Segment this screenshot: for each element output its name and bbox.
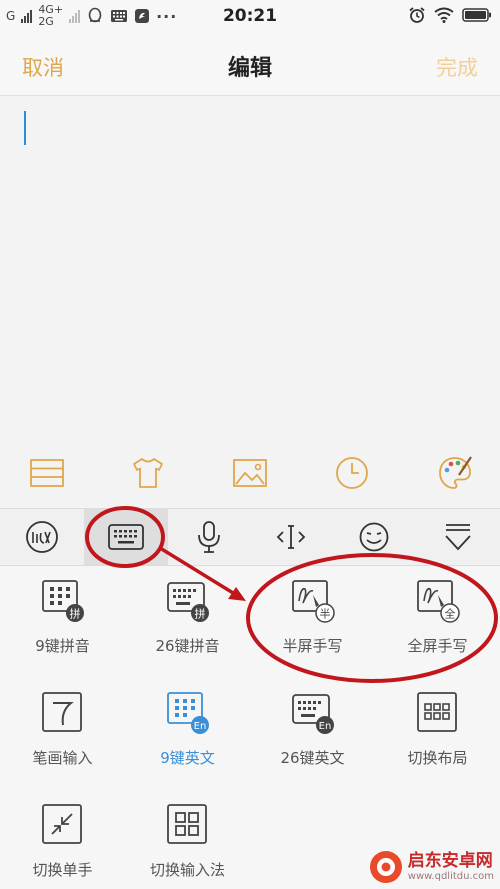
mode-26-key-pinyin[interactable]: 拼 26键拼音 [125, 567, 250, 679]
clock-icon[interactable] [334, 455, 370, 491]
alarm-icon [409, 7, 425, 23]
page-title: 编辑 [227, 56, 272, 81]
mode-label: 切换输入法 [149, 861, 225, 879]
watermark-name: 启东安卓网 [407, 850, 493, 871]
keypad-26-pinyin-icon: 拼 [166, 582, 209, 622]
mode-switch-layout[interactable]: 切换布局 [375, 679, 500, 791]
pinyin-badge: 拼 [194, 607, 205, 621]
mode-label: 26键英文 [280, 749, 345, 767]
keyboard-icon [108, 524, 144, 550]
pinyin-badge: 拼 [69, 607, 80, 621]
format-toolbar [0, 447, 500, 499]
emoji-button[interactable] [332, 509, 416, 565]
full-badge: 全 [444, 607, 455, 621]
site-watermark: 启东安卓网 www.qdlitdu.com [368, 849, 494, 885]
note-editor[interactable] [0, 97, 500, 507]
full-screen-handwriting-icon: 全 [416, 580, 460, 623]
keyboard-mode-button[interactable] [84, 509, 168, 565]
watermark-logo-icon [369, 851, 402, 883]
hide-keyboard-icon [445, 524, 471, 551]
switch-input-method-icon [166, 804, 207, 844]
palette-icon[interactable] [437, 455, 473, 491]
cursor-icon [276, 525, 306, 549]
mode-9-key-pinyin[interactable]: 拼 9键拼音 [0, 567, 125, 679]
english-badge: En [193, 721, 206, 732]
mode-one-hand[interactable]: 切换单手 [0, 791, 125, 889]
cursor-control-button[interactable] [250, 509, 332, 565]
stroke-input-icon [41, 692, 82, 732]
english-badge: En [318, 721, 331, 732]
half-screen-handwriting-icon: 半 [291, 580, 335, 623]
done-button[interactable]: 完成 [436, 52, 478, 82]
image-icon[interactable] [232, 455, 268, 491]
cancel-button[interactable]: 取消 [22, 52, 64, 82]
one-hand-mode-icon [41, 804, 82, 844]
emoji-icon [359, 522, 389, 552]
mode-full-screen-handwriting[interactable]: 全 全屏手写 [375, 567, 500, 679]
text-cursor [24, 111, 26, 145]
keypad-9-english-icon: En [166, 692, 209, 734]
mode-label: 切换单手 [32, 861, 93, 879]
mode-26-key-english[interactable]: En 26键英文 [250, 679, 375, 791]
wifi-icon [434, 7, 454, 23]
iflytek-logo-button[interactable] [0, 509, 84, 565]
mode-label: 9键英文 [160, 749, 215, 767]
mode-label: 半屏手写 [282, 637, 343, 655]
mode-label: 切换布局 [407, 749, 468, 767]
watermark-url: www.qdlitdu.com [407, 870, 494, 882]
mode-label: 全屏手写 [407, 637, 468, 655]
keypad-9-pinyin-icon: 拼 [41, 580, 84, 622]
status-bar: G 4G+ 2G ··· 20:21 [0, 0, 500, 34]
keypad-26-english-icon: En [291, 694, 334, 734]
battery-icon [462, 8, 491, 22]
status-right [408, 6, 492, 24]
hide-keyboard-button[interactable] [416, 509, 500, 565]
keyboard-toolbar [0, 508, 500, 566]
mode-label: 笔画输入 [32, 749, 93, 767]
tshirt-icon[interactable] [130, 455, 166, 491]
mode-stroke-input[interactable]: 笔画输入 [0, 679, 125, 791]
mode-half-screen-handwriting[interactable]: 半 半屏手写 [250, 567, 375, 679]
iflytek-logo-icon [26, 521, 58, 553]
mode-9-key-english[interactable]: En 9键英文 [125, 679, 250, 791]
mode-label: 26键拼音 [155, 637, 220, 655]
nav-bar: 取消 编辑 完成 [0, 34, 500, 96]
mode-switch-input-method[interactable]: 切换输入法 [125, 791, 250, 889]
microphone-icon [198, 521, 220, 553]
mode-label: 9键拼音 [35, 637, 90, 655]
switch-layout-icon [416, 692, 457, 732]
half-badge: 半 [319, 607, 330, 621]
voice-input-button[interactable] [168, 509, 250, 565]
list-lines-icon[interactable] [29, 455, 65, 491]
keyboard-mode-panel: 拼 9键拼音 拼 26键拼音 半 半屏手写 全 全屏手写 笔画输入 En 9键英… [0, 567, 500, 889]
